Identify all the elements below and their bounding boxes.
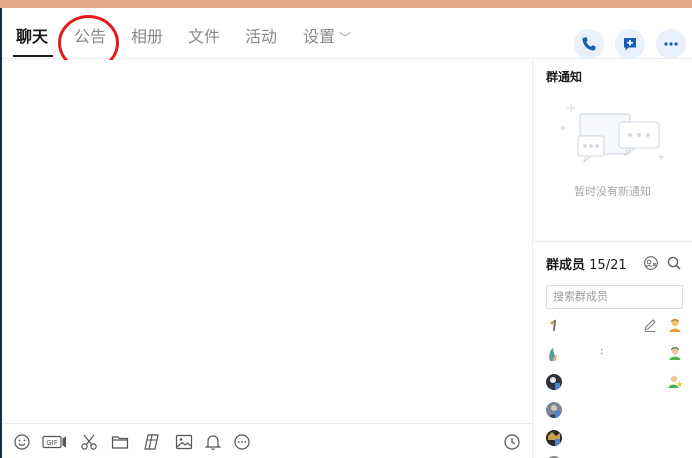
right-panel-divider <box>533 241 692 242</box>
member-row[interactable] <box>546 428 683 448</box>
reminder-button[interactable] <box>203 432 223 452</box>
sticker-icon <box>144 434 159 450</box>
member-row[interactable]: : <box>546 344 683 364</box>
phone-icon <box>582 37 596 51</box>
notice-empty-text: 暂时没有新通知 <box>574 185 651 198</box>
tab-settings-label: 设置 <box>303 27 336 46</box>
member-row[interactable] <box>546 400 683 420</box>
tab-chat[interactable]: 聊天 <box>16 27 48 47</box>
member-row[interactable] <box>546 316 683 336</box>
more-circle-icon <box>234 434 250 450</box>
scissors-icon <box>81 434 97 450</box>
emoji-button[interactable] <box>12 432 32 452</box>
member-row-partial <box>546 454 683 458</box>
chat-message-area[interactable] <box>2 60 532 423</box>
history-clock-icon <box>504 434 520 450</box>
member-name: : <box>600 346 604 357</box>
owner-icon <box>667 317 683 333</box>
more-icon <box>664 42 678 46</box>
avatar <box>546 346 562 362</box>
admin-icon <box>667 345 683 361</box>
folder-icon <box>111 436 129 449</box>
emoji-icon <box>14 434 30 450</box>
right-panel: 群通知 暂时没有新通知 群成员 15/21 搜索群成员: <box>533 60 692 458</box>
tab-files[interactable]: 文件 <box>188 27 220 47</box>
image-icon <box>175 434 193 450</box>
more-button[interactable] <box>656 29 686 59</box>
members-header: 群成员 15/21 <box>546 254 627 273</box>
gif-icon: GIF <box>42 435 66 449</box>
svg-text:GIF: GIF <box>46 439 58 447</box>
member-row[interactable] <box>546 372 683 392</box>
more-tools-button[interactable] <box>232 432 252 452</box>
edit-icon[interactable] <box>642 317 658 333</box>
bell-icon <box>204 435 222 450</box>
call-button[interactable] <box>574 29 604 59</box>
star-admin-icon <box>667 373 683 389</box>
members-count: 15/21 <box>589 258 627 273</box>
members-title: 群成员 <box>546 258 586 273</box>
member-search-input[interactable]: 搜索群成员 <box>546 285 683 309</box>
file-button[interactable] <box>110 432 130 452</box>
member-manage-button[interactable] <box>643 255 659 271</box>
input-toolbar: GIF <box>2 423 532 458</box>
tab-album[interactable]: 相册 <box>131 27 163 47</box>
empty-notice-illustration <box>560 104 664 164</box>
add-message-icon <box>624 38 636 51</box>
sticker-button[interactable] <box>142 432 162 452</box>
gif-button[interactable]: GIF <box>42 432 68 452</box>
avatar <box>546 374 562 390</box>
group-chat-window: 聊天 公告 相册 文件 活动 设置 ﹀ GIF 群通知 暂时没有新通知 群成员 … <box>0 0 692 458</box>
group-notice-title: 群通知 <box>546 70 583 84</box>
history-button[interactable] <box>502 432 522 452</box>
tab-activity[interactable]: 活动 <box>245 27 277 47</box>
add-message-button[interactable] <box>615 29 645 59</box>
member-search-button[interactable] <box>666 255 682 271</box>
avatar <box>546 402 562 418</box>
tab-settings[interactable]: 设置 ﹀ <box>303 27 351 48</box>
image-button[interactable] <box>174 432 194 452</box>
avatar <box>546 318 562 334</box>
screenshot-button[interactable] <box>79 432 99 452</box>
active-tab-underline <box>13 55 53 57</box>
member-settings-icon <box>644 256 658 270</box>
search-icon <box>667 256 681 270</box>
window-top-strip <box>0 0 692 8</box>
chevron-down-icon: ﹀ <box>339 31 352 45</box>
avatar <box>546 430 562 446</box>
